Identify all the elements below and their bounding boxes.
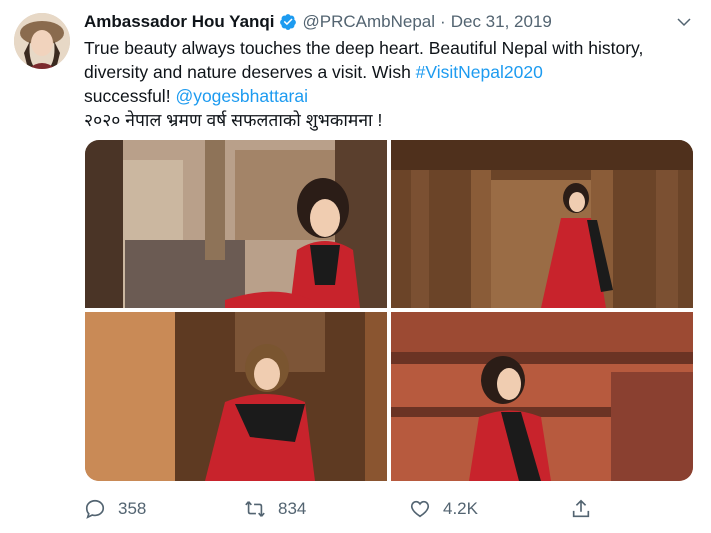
photo-4[interactable] — [391, 312, 693, 481]
mention-link[interactable]: @yogesbhattarai — [175, 86, 308, 106]
reply-count: 358 — [118, 499, 147, 518]
chevron-down-icon[interactable] — [675, 13, 693, 31]
tweet-text-part1: True beauty always touches the deep hear… — [84, 38, 644, 82]
photo-grid — [85, 140, 693, 481]
tweet-text: True beauty always touches the deep hear… — [84, 36, 694, 132]
author-name[interactable]: Ambassador Hou Yanqi — [84, 12, 275, 32]
tweet-text-nepali: २०२० नेपाल भ्रमण वर्ष सफलताको शुभकामना ! — [84, 110, 383, 130]
photo-1[interactable] — [85, 140, 387, 308]
retweet-icon — [245, 501, 265, 517]
tweet-text-part2: successful! — [84, 86, 176, 106]
author-handle[interactable]: @PRCAmbNepal — [303, 12, 436, 32]
verified-badge-icon — [279, 14, 296, 30]
reply-button[interactable]: 358 — [84, 498, 146, 520]
share-icon — [572, 499, 590, 518]
photo-3[interactable] — [85, 312, 387, 481]
avatar[interactable] — [14, 13, 70, 69]
separator-dot: · — [440, 12, 446, 31]
share-button[interactable] — [570, 498, 604, 520]
like-button[interactable]: 4.2K — [409, 498, 478, 520]
heart-icon — [410, 500, 430, 518]
hashtag-link[interactable]: #VisitNepal2020 — [416, 62, 543, 82]
retweet-count: 834 — [278, 499, 307, 518]
tweet-date[interactable]: Dec 31, 2019 — [451, 12, 552, 32]
like-count: 4.2K — [443, 499, 478, 518]
photo-2[interactable] — [391, 140, 693, 308]
retweet-button[interactable]: 834 — [244, 498, 306, 520]
reply-icon — [85, 499, 105, 519]
action-bar: 358 834 4.2K — [84, 498, 604, 524]
tweet-header: Ambassador Hou Yanqi @PRCAmbNepal · Dec … — [84, 11, 693, 33]
